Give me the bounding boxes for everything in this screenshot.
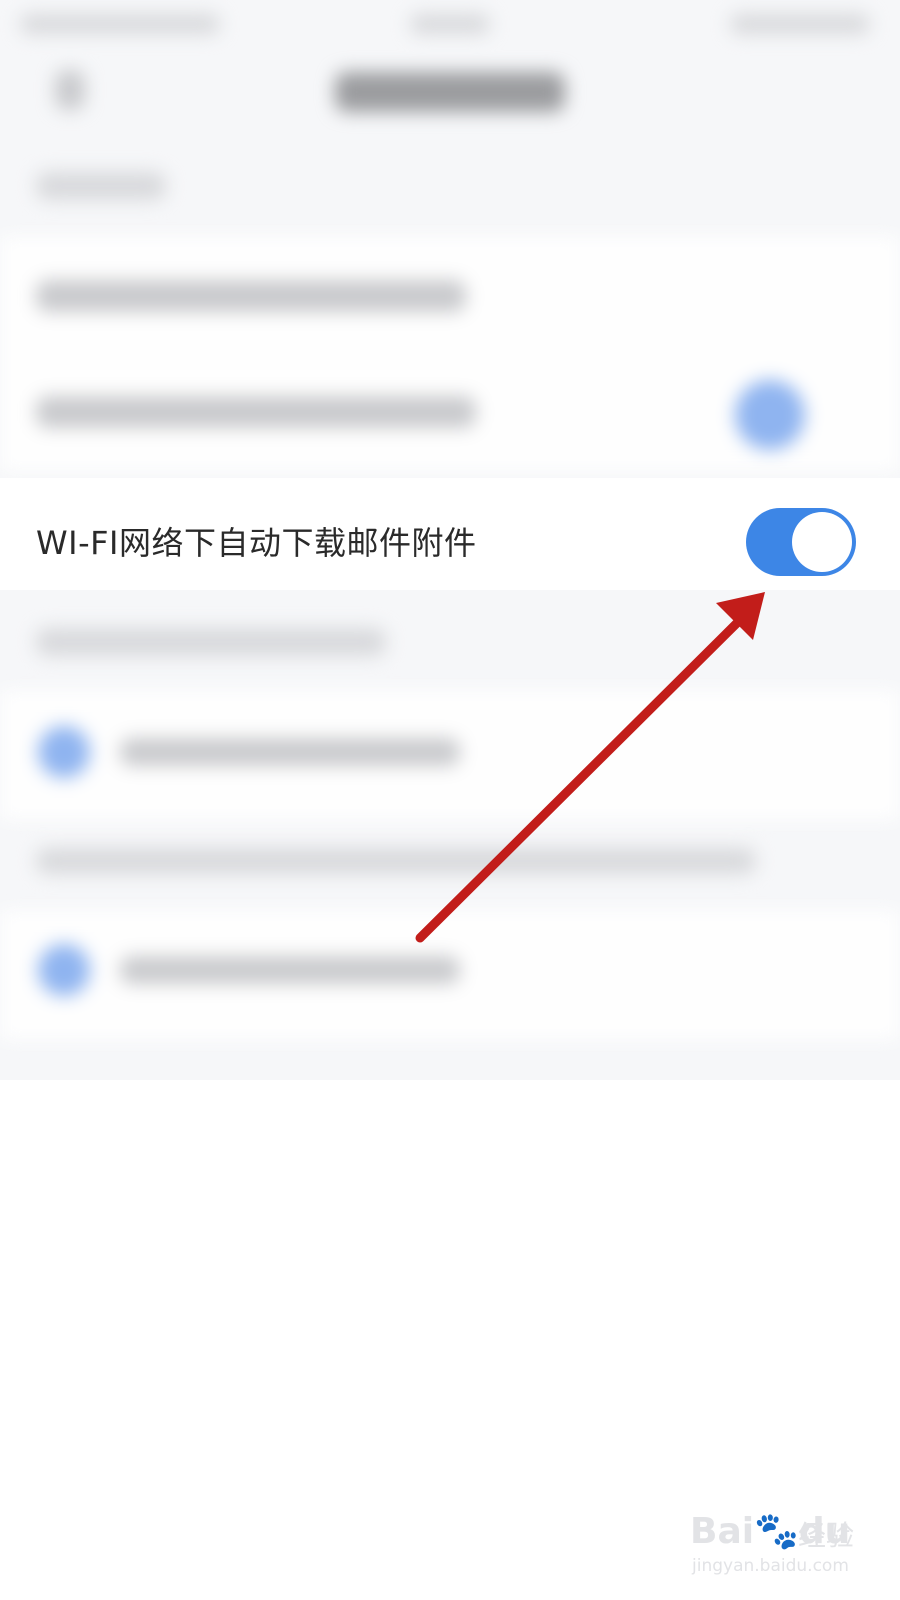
watermark-url: jingyan.baidu.com: [692, 1556, 849, 1576]
wifi-auto-download-toggle[interactable]: [746, 508, 856, 576]
paw-icon: 🐾: [754, 1511, 799, 1552]
baidu-jingyan-watermark: Bai🐾du 经验 jingyan.baidu.com: [690, 1500, 870, 1580]
watermark-cn: 经验: [798, 1519, 855, 1552]
setting-label: WI-FI网络下自动下载邮件附件: [36, 524, 477, 562]
toggle-knob: [792, 512, 852, 572]
